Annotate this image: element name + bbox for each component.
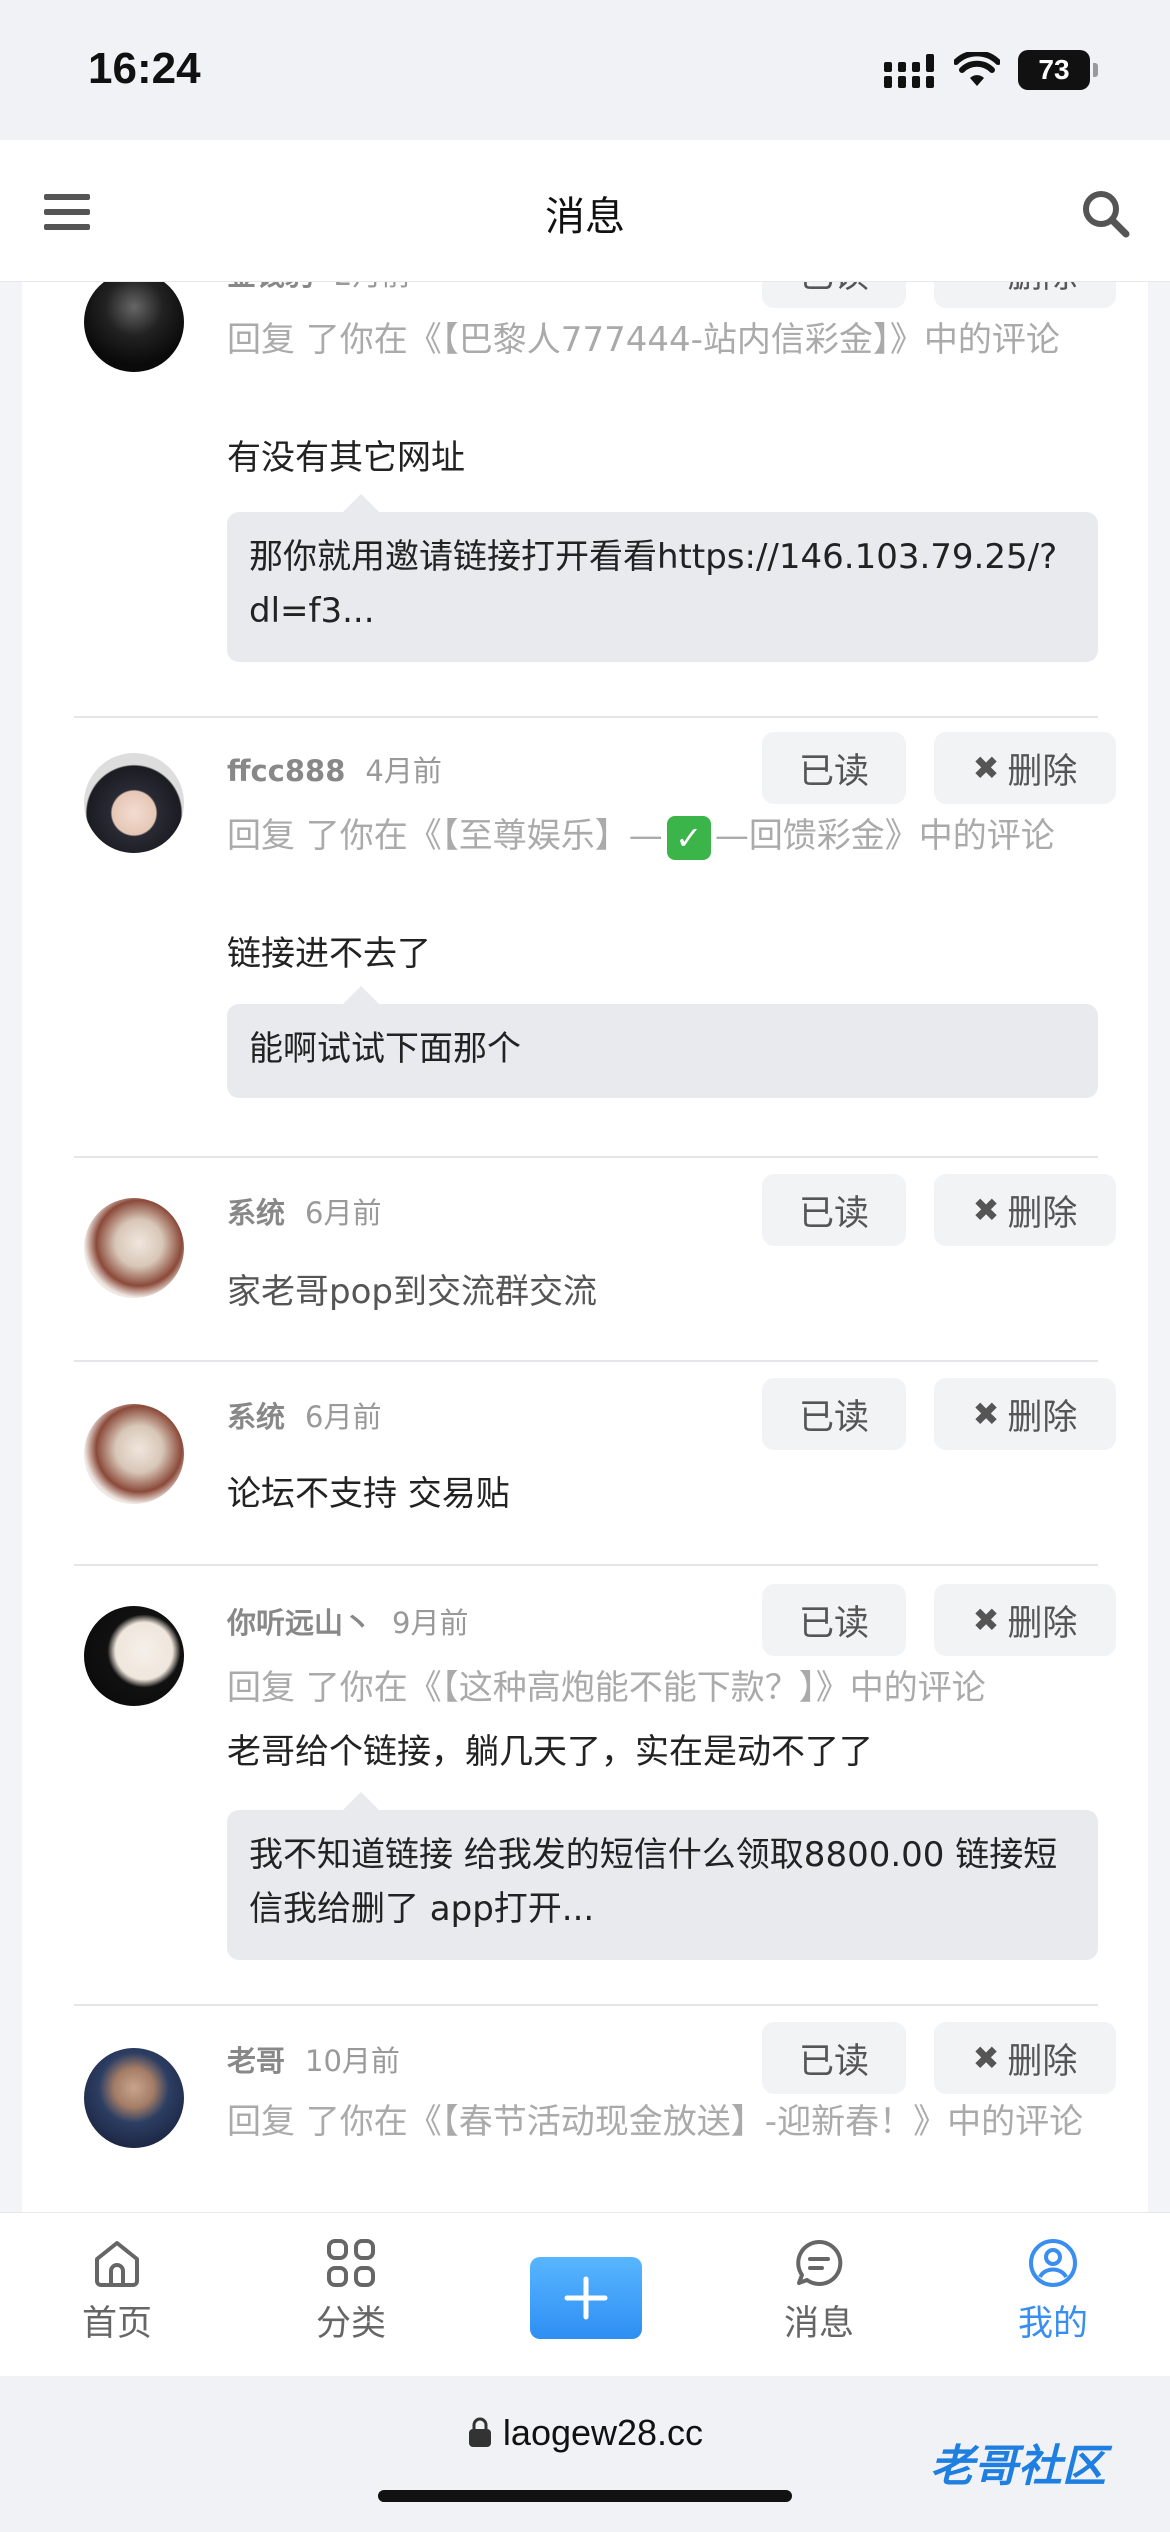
message-meta: ffcc888 4月前 [227, 748, 442, 790]
avatar[interactable] [84, 1198, 184, 1298]
chat-icon [796, 2239, 843, 2286]
mark-read-button[interactable]: 已读 [762, 282, 906, 308]
delete-button[interactable]: ✖删除 [934, 732, 1116, 804]
tab-profile[interactable]: 我的 [983, 2237, 1123, 2346]
check-icon: ✓ [666, 815, 711, 860]
username[interactable]: 老哥 [227, 2044, 285, 2078]
clock: 16:24 [88, 44, 201, 93]
status-icons: 73 [884, 50, 1098, 90]
mark-read-button[interactable]: 已读 [762, 1584, 906, 1656]
reply-context[interactable]: 回复 了你在《【春节活动现金放送】-迎新春！》中的评论 [227, 2096, 1087, 2149]
message-body: 老哥给个链接，躺几天了，实在是动不了了 [227, 1732, 873, 1772]
timestamp: 6月前 [305, 1400, 382, 1434]
new-post-button[interactable] [530, 2257, 642, 2339]
user-circle-icon [1029, 2239, 1077, 2287]
close-icon: ✖ [973, 282, 1000, 291]
plus-icon [564, 2276, 608, 2320]
page-title: 消息 [545, 194, 625, 240]
timestamp: 10月前 [305, 2044, 400, 2078]
message-meta: 系统 6月前 [227, 1394, 381, 1436]
message-meta: 你听远山丶 9月前 [227, 1600, 468, 1642]
quoted-comment[interactable]: 那你就用邀请链接打开看看https://146.103.79.25/?dl=f3… [227, 494, 1098, 662]
avatar[interactable] [84, 1606, 184, 1706]
home-indicator[interactable] [378, 2490, 792, 2502]
close-icon: ✖ [972, 1191, 1000, 1229]
grid-icon [327, 2239, 375, 2287]
list-item: 金钱豹 2月前 已读 ✖删除 回复 了你在《【巴黎人777444-站内信彩金】》中… [74, 282, 1116, 718]
message-list: 金钱豹 2月前 已读 ✖删除 回复 了你在《【巴黎人777444-站内信彩金】》中… [22, 282, 1148, 2212]
username[interactable]: 系统 [227, 1196, 285, 1230]
close-icon: ✖ [972, 1601, 1000, 1639]
username[interactable]: 金钱豹 [227, 282, 314, 292]
delete-button[interactable]: ✖删除 [934, 282, 1116, 308]
signal-icon [884, 54, 934, 88]
message-body: 有没有其它网址 [227, 438, 465, 478]
timestamp: 2月前 [334, 282, 410, 292]
delete-button[interactable]: ✖删除 [934, 1378, 1116, 1450]
delete-button[interactable]: ✖删除 [934, 2022, 1116, 2094]
tab-bar: 首页 分类 消息 我的 [0, 2212, 1170, 2376]
username[interactable]: 系统 [227, 1400, 285, 1434]
timestamp: 6月前 [305, 1196, 382, 1230]
list-item: 老哥 10月前 已读 ✖ 删除 回复 了你在《【春节活动现金放送】-迎新春！》中的评… [74, 2006, 1116, 2212]
list-item: 你听远山丶 9月前 已读 ✖ 删除 回复 了你在《【这种高炮能不能下款？】》中的评论… [74, 1566, 1116, 2006]
message-body: 论坛不支持 交易贴 [227, 1474, 510, 1514]
message-body: 家老哥pop到交流群交流 [227, 1272, 597, 1312]
battery-icon: 73 [1018, 50, 1098, 90]
list-item: 系统 6月前 已读 ✖ 删除 家老哥pop到交流群交流 [74, 1158, 1116, 1362]
tab-messages[interactable]: 消息 [749, 2237, 889, 2346]
tab-home[interactable]: 首页 [47, 2237, 187, 2346]
message-meta: 系统 6月前 [227, 1190, 381, 1232]
list-item: ffcc888 4月前 已读 ✖ 删除 回复 了你在《【至尊娱乐】— ✓ —回馈彩金》中… [74, 718, 1116, 1158]
message-body: 链接进不去了 [227, 934, 431, 974]
close-icon: ✖ [972, 2039, 1000, 2077]
quoted-comment[interactable]: 我不知道链接 给我发的短信什么领取8800.00 链接短信我给删了 app打开.… [227, 1792, 1098, 1960]
mark-read-button[interactable]: 已读 [762, 732, 906, 804]
watermark: 老哥社区 [930, 2441, 1106, 2492]
avatar[interactable] [84, 282, 184, 372]
avatar[interactable] [84, 753, 184, 853]
username[interactable]: 你听远山丶 [227, 1606, 372, 1640]
close-icon: ✖ [972, 1395, 1000, 1433]
mark-read-button[interactable]: 已读 [762, 1378, 906, 1450]
reply-context[interactable]: 回复 了你在《【这种高炮能不能下款？】》中的评论 [227, 1662, 1087, 1715]
message-meta: 老哥 10月前 [227, 2038, 400, 2080]
mark-read-button[interactable]: 已读 [762, 2022, 906, 2094]
nav-bar: 消息 [0, 140, 1170, 282]
lock-icon [468, 2417, 491, 2447]
reply-context[interactable]: 回复 了你在《【巴黎人777444-站内信彩金】》中的评论 [227, 314, 1087, 367]
timestamp: 9月前 [392, 1606, 469, 1640]
avatar[interactable] [84, 2048, 184, 2148]
delete-button[interactable]: ✖删除 [934, 1174, 1116, 1246]
reply-context[interactable]: 回复 了你在《【至尊娱乐】— ✓ —回馈彩金》中的评论 [227, 810, 1087, 863]
home-icon [95, 2241, 139, 2287]
search-icon[interactable] [1078, 186, 1134, 242]
close-icon: ✖ [972, 749, 1000, 787]
wifi-icon [954, 52, 1000, 86]
mark-read-button[interactable]: 已读 [762, 1174, 906, 1246]
list-item: 系统 6月前 已读 ✖ 删除 论坛不支持 交易贴 [74, 1362, 1116, 1566]
quoted-comment[interactable]: 能啊试试下面那个 [227, 986, 1098, 1098]
avatar[interactable] [84, 1404, 184, 1504]
tab-categories[interactable]: 分类 [281, 2237, 421, 2346]
message-meta: 金钱豹 2月前 [227, 282, 410, 294]
status-bar: 16:24 73 [0, 0, 1170, 140]
username[interactable]: ffcc888 [227, 754, 345, 788]
delete-button[interactable]: ✖删除 [934, 1584, 1116, 1656]
timestamp: 4月前 [365, 754, 442, 788]
